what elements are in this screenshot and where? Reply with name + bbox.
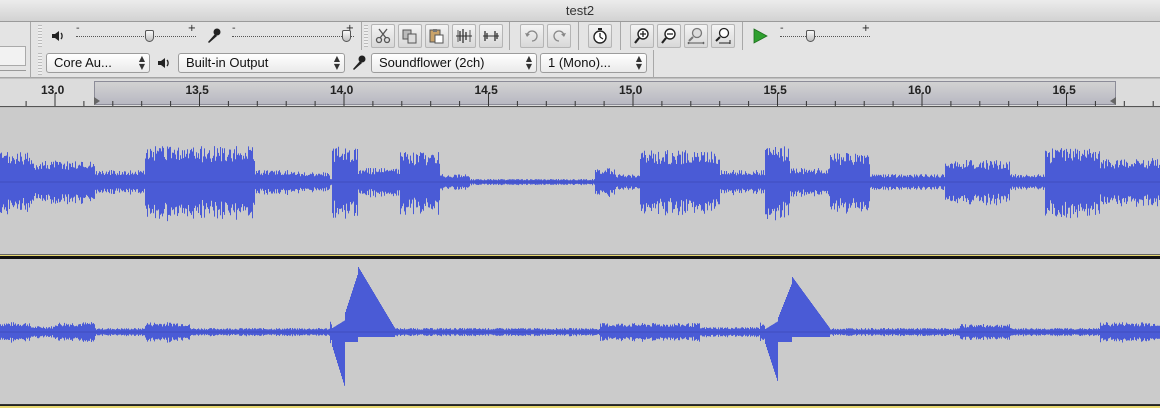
copy-button[interactable] (398, 24, 422, 48)
waveform-samples (0, 146, 1160, 222)
ruler-ticks (25, 93, 1154, 106)
zoom-out-icon (661, 28, 676, 44)
copy-icon (402, 29, 417, 44)
audio-host-select[interactable]: Core Au... ▲ ▼ (46, 53, 150, 73)
trim-audio-button[interactable] (452, 24, 476, 48)
zoom-in-icon (634, 28, 649, 44)
output-volume-thumb[interactable] (145, 30, 154, 42)
input-volume-thumb[interactable] (342, 30, 351, 42)
speaker-icon (155, 54, 173, 72)
trim-audio-icon (456, 29, 472, 43)
select-arrows-icon: ▲ ▼ (333, 54, 340, 71)
ruler-tick-label: 16.0 (908, 83, 932, 97)
ruler-tick-label: 14.5 (474, 83, 498, 97)
playback-speed-thumb[interactable] (806, 30, 815, 42)
redo-button[interactable] (547, 24, 571, 48)
ruler-tick-label: 13.0 (41, 83, 65, 97)
selection-left-marker[interactable] (94, 97, 100, 105)
zoom-out-button[interactable] (657, 24, 681, 48)
track-1-waveform (0, 146, 1160, 222)
ruler-tick-label: 15.5 (763, 83, 787, 97)
fit-project-icon (715, 27, 731, 44)
timeline-ruler[interactable]: 13.0 13.5 14.0 14.5 15.0 15.5 16.0 16.5 (0, 79, 1160, 107)
timer-record-icon (593, 28, 607, 44)
speaker-icon (49, 27, 67, 45)
microphone-icon (205, 27, 223, 45)
playback-device-select[interactable]: Built-in Output ▲ ▼ (178, 53, 345, 73)
select-arrows-icon: ▲ ▼ (635, 54, 642, 71)
edit-toolbar-grip[interactable] (364, 25, 368, 47)
audio-track-2[interactable] (0, 259, 1160, 405)
silence-audio-icon (483, 31, 499, 41)
select-arrows-icon: ▲ ▼ (138, 54, 145, 71)
device-toolbar: Core Au... ▲ ▼ Built-in Output ▲ ▼ Soundfl… (0, 50, 1160, 78)
recording-channels-select[interactable]: 1 (Mono)... ▲ ▼ (540, 53, 647, 73)
output-volume-slider[interactable]: - + (76, 23, 196, 45)
cut-icon (375, 28, 391, 44)
timer-record-button[interactable] (588, 24, 612, 48)
fit-selection-button[interactable] (684, 24, 708, 48)
fit-selection-icon (687, 27, 705, 45)
mixer-toolbar-grip[interactable] (38, 25, 42, 47)
redo-icon (553, 30, 566, 42)
microphone-icon (350, 54, 368, 72)
audio-track-1[interactable] (0, 108, 1160, 255)
paste-button[interactable] (425, 24, 449, 48)
ruler-tick-label: 14.0 (330, 83, 354, 97)
undo-button[interactable] (520, 24, 544, 48)
toolbar-row-1: - + - + - + (0, 22, 1160, 50)
select-arrows-icon: ▲ ▼ (525, 54, 532, 71)
recording-device-select[interactable]: Soundflower (2ch) ▲ ▼ (371, 53, 537, 73)
window-title: test2 (0, 0, 1160, 22)
cut-button[interactable] (371, 24, 395, 48)
selection-right-marker[interactable] (1110, 97, 1116, 105)
fit-project-button[interactable] (711, 24, 735, 48)
playback-speed-slider[interactable]: - + (780, 23, 870, 45)
device-toolbar-grip[interactable] (38, 53, 42, 75)
waveform-samples (0, 267, 1160, 386)
zoom-in-button[interactable] (630, 24, 654, 48)
ruler-tick-label: 16.5 (1052, 83, 1076, 97)
ruler-tick-label: 13.5 (185, 83, 209, 97)
input-volume-slider[interactable]: - + (232, 23, 354, 45)
ruler-tick-label: 15.0 (619, 83, 643, 97)
track-2-waveform (0, 267, 1160, 386)
paste-icon (429, 29, 444, 44)
toolbar-area: 6 0 - + - + (0, 22, 1160, 89)
silence-audio-button[interactable] (479, 24, 503, 48)
play-at-speed-icon[interactable] (751, 27, 769, 45)
undo-icon (525, 30, 538, 42)
